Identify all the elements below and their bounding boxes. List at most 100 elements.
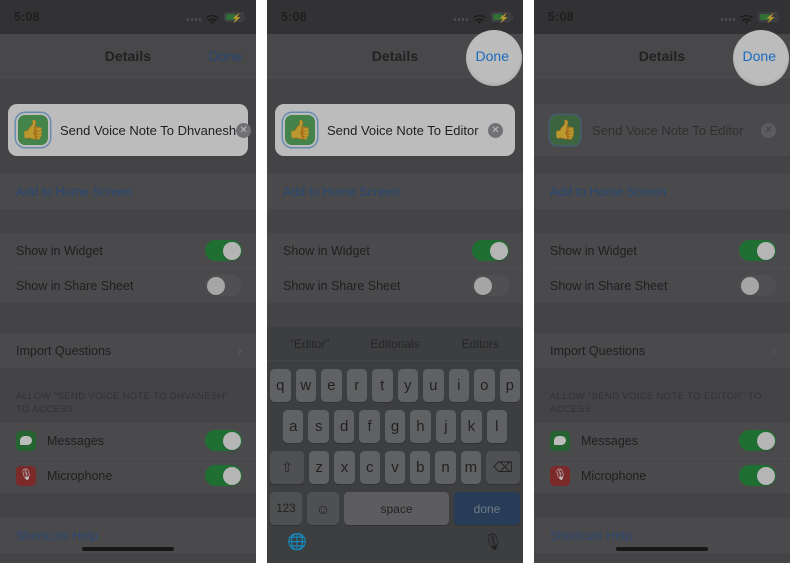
status-bar-indicators: ⚡: [186, 12, 246, 24]
thumbs-up-icon[interactable]: 👍: [285, 115, 315, 145]
key-r[interactable]: r: [346, 369, 367, 402]
wifi-icon: [473, 12, 486, 24]
messages-icon: [550, 430, 570, 451]
shortcut-name-field[interactable]: 👍 Send Voice Note To Editor ✕: [275, 104, 515, 156]
page-title: Details: [638, 47, 686, 64]
page-title: Details: [104, 47, 152, 64]
key-x[interactable]: x: [334, 451, 355, 484]
suggestion-2[interactable]: Editors: [438, 337, 523, 351]
key-y[interactable]: y: [397, 369, 418, 402]
key-j[interactable]: j: [435, 410, 457, 443]
key-z[interactable]: z: [309, 451, 330, 484]
numbers-key[interactable]: 123: [270, 492, 302, 525]
key-g[interactable]: g: [384, 410, 406, 443]
thumbs-up-icon[interactable]: 👍: [18, 115, 48, 145]
suggestion-0[interactable]: “Editor”: [267, 337, 352, 351]
clear-icon[interactable]: ✕: [236, 122, 252, 138]
key-m[interactable]: m: [460, 451, 481, 484]
done-button[interactable]: Done: [476, 48, 509, 64]
key-s[interactable]: s: [308, 410, 329, 443]
dictation-microphone-icon[interactable]: 🎙: [483, 535, 503, 551]
import-questions-row[interactable]: Import Questions ›: [534, 333, 790, 368]
status-bar: 5:08 ⚡: [534, 0, 790, 34]
key-f[interactable]: f: [359, 410, 380, 443]
show-in-share-sheet-toggle[interactable]: [739, 275, 776, 296]
import-questions-label: Import Questions: [16, 343, 112, 358]
show-in-share-sheet-row[interactable]: Show in Share Sheet: [534, 268, 790, 303]
show-in-widget-toggle[interactable]: [205, 240, 242, 261]
microphone-icon: 🎙: [16, 465, 36, 486]
key-d[interactable]: d: [333, 410, 355, 443]
key-n[interactable]: n: [435, 451, 456, 484]
show-in-widget-toggle[interactable]: [739, 240, 776, 261]
backspace-key-icon[interactable]: ⌫: [485, 451, 520, 484]
shortcut-name-field[interactable]: 👍 Send Voice Note To Dhvanesh ✕: [8, 104, 252, 156]
show-in-share-sheet-label: Show in Share Sheet: [550, 278, 668, 293]
clear-icon[interactable]: ✕: [488, 122, 503, 138]
add-to-home-screen-row[interactable]: Add to Home Screen: [534, 174, 790, 209]
suggestion-1[interactable]: Editorials: [352, 337, 437, 351]
show-in-widget-row[interactable]: Show in Widget: [534, 233, 790, 268]
thumbs-up-icon[interactable]: 👍: [550, 115, 580, 145]
globe-icon[interactable]: 🌐: [287, 535, 307, 551]
done-button[interactable]: Done: [743, 48, 776, 64]
permission-row-messages[interactable]: Messages: [534, 423, 790, 458]
return-done-key[interactable]: done: [454, 492, 520, 525]
keyboard-row-3: ⇧ z x c v b n m ⌫: [267, 451, 523, 484]
status-bar-time: 5:08: [548, 10, 574, 24]
on-screen-keyboard: “Editor” Editorials Editors q w e r t y …: [267, 327, 523, 563]
add-to-home-screen-label: Add to Home Screen: [550, 184, 667, 199]
done-button[interactable]: Done: [209, 48, 242, 64]
permission-row-microphone[interactable]: 🎙 Microphone: [534, 458, 790, 493]
clear-icon[interactable]: ✕: [761, 122, 776, 138]
add-to-home-screen-group: Add to Home Screen: [0, 174, 256, 209]
key-l[interactable]: l: [486, 410, 507, 443]
permission-toggle-microphone[interactable]: [739, 465, 776, 486]
key-o[interactable]: o: [474, 369, 495, 402]
show-in-share-sheet-toggle[interactable]: [472, 275, 509, 296]
signal-dots-icon: [453, 14, 468, 21]
permission-toggle-microphone[interactable]: [205, 465, 242, 486]
add-to-home-screen-row[interactable]: Add to Home Screen: [0, 174, 256, 209]
shortcut-name-value: Send Voice Note To Editor: [327, 122, 479, 138]
keyboard-row-1: q w e r t y u i o p: [267, 369, 523, 402]
permission-toggle-messages[interactable]: [205, 430, 242, 451]
status-bar-indicators: ⚡: [720, 12, 780, 24]
key-i[interactable]: i: [448, 369, 469, 402]
key-v[interactable]: v: [384, 451, 406, 484]
show-in-share-sheet-toggle[interactable]: [205, 275, 242, 296]
key-a[interactable]: a: [283, 410, 304, 443]
permission-toggle-messages[interactable]: [739, 430, 776, 451]
space-key[interactable]: space: [344, 492, 449, 525]
key-u[interactable]: u: [423, 369, 444, 402]
add-to-home-screen-row[interactable]: Add to Home Screen: [267, 174, 523, 209]
key-p[interactable]: p: [499, 369, 520, 402]
signal-dots-icon: [720, 14, 735, 21]
show-in-share-sheet-row[interactable]: Show in Share Sheet: [267, 268, 523, 303]
panel-divider-1: [256, 0, 267, 563]
permission-label-messages: Messages: [581, 433, 638, 448]
import-questions-row[interactable]: Import Questions ›: [0, 333, 256, 368]
wifi-icon: [740, 12, 753, 24]
permission-row-microphone[interactable]: 🎙 Microphone: [0, 458, 256, 493]
key-t[interactable]: t: [372, 369, 393, 402]
thumbs-up-glyph: 👍: [553, 119, 577, 141]
show-in-widget-toggle[interactable]: [472, 240, 509, 261]
nav-bar-1: Details Done: [0, 34, 256, 78]
permission-row-messages[interactable]: Messages: [0, 423, 256, 458]
key-b[interactable]: b: [410, 451, 431, 484]
key-q[interactable]: q: [270, 369, 291, 402]
show-in-widget-row[interactable]: Show in Widget: [267, 233, 523, 268]
show-in-widget-row[interactable]: Show in Widget: [0, 233, 256, 268]
show-in-share-sheet-row[interactable]: Show in Share Sheet: [0, 268, 256, 303]
permission-label-microphone: Microphone: [47, 468, 113, 483]
shortcut-name-field[interactable]: 👍 Send Voice Note To Editor ✕: [534, 104, 790, 156]
key-e[interactable]: e: [321, 369, 342, 402]
key-h[interactable]: h: [410, 410, 431, 443]
shift-key-icon[interactable]: ⇧: [270, 451, 305, 484]
details-body-1: 👍 Send Voice Note To Dhvanesh ✕ Add to H…: [0, 78, 256, 563]
key-k[interactable]: k: [461, 410, 482, 443]
key-c[interactable]: c: [359, 451, 380, 484]
emoji-key-icon[interactable]: ☺: [307, 492, 339, 525]
key-w[interactable]: w: [295, 369, 316, 402]
